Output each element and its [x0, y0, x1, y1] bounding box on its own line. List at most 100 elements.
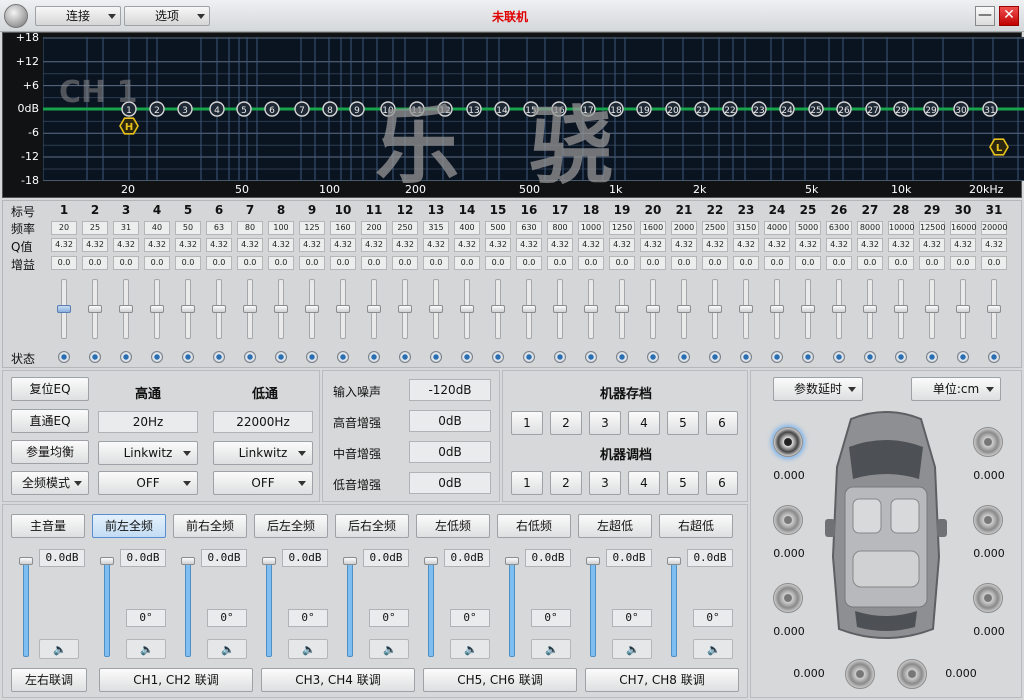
band-gain-slider-thumb[interactable] [243, 305, 257, 313]
delay-mode-dropdown[interactable]: 参数延时 [773, 377, 863, 401]
band-state-radio[interactable] [585, 351, 597, 363]
load-preset-button[interactable]: 5 [667, 471, 699, 495]
load-preset-button[interactable]: 1 [511, 471, 543, 495]
band-state-radio[interactable] [926, 351, 938, 363]
band-q-field[interactable]: 4.32 [423, 238, 449, 252]
channel-phase-field[interactable]: 0° [288, 609, 328, 627]
app-logo-icon[interactable] [4, 4, 28, 28]
band-freq-field[interactable]: 125 [299, 221, 325, 235]
eq-band-node[interactable]: 8 [322, 101, 338, 117]
input-noise-field[interactable]: -120dB [409, 379, 491, 401]
mute-button[interactable]: 🔈 [693, 639, 733, 659]
speaker-icon[interactable] [773, 583, 803, 613]
band-freq-field[interactable]: 315 [423, 221, 449, 235]
band-freq-field[interactable]: 1000 [578, 221, 604, 235]
band-gain-field[interactable]: 0.0 [206, 256, 232, 270]
band-freq-field[interactable]: 3150 [733, 221, 759, 235]
band-gain-field[interactable]: 0.0 [175, 256, 201, 270]
band-state-radio[interactable] [182, 351, 194, 363]
band-state-radio[interactable] [647, 351, 659, 363]
channel-tab[interactable]: 后右全频 [335, 514, 409, 538]
lowpass-marker[interactable]: L [989, 138, 1009, 156]
band-q-field[interactable]: 4.32 [485, 238, 511, 252]
channel-phase-field[interactable]: 0° [531, 609, 571, 627]
channel-tab[interactable]: 左超低 [578, 514, 652, 538]
speaker-icon[interactable] [845, 659, 875, 689]
band-gain-slider-thumb[interactable] [801, 305, 815, 313]
channel-volume-slider-thumb[interactable] [667, 557, 681, 565]
band-freq-field[interactable]: 50 [175, 221, 201, 235]
channel-tab[interactable]: 右超低 [659, 514, 733, 538]
eq-band-node[interactable]: 26 [836, 101, 852, 117]
reset-eq-button[interactable]: 复位EQ [11, 377, 89, 401]
band-q-field[interactable]: 4.32 [640, 238, 666, 252]
channel-volume-slider[interactable] [185, 557, 191, 657]
band-freq-field[interactable]: 630 [516, 221, 542, 235]
band-state-radio[interactable] [120, 351, 132, 363]
band-gain-field[interactable]: 0.0 [82, 256, 108, 270]
channel-volume-slider[interactable] [590, 557, 596, 657]
load-preset-button[interactable]: 4 [628, 471, 660, 495]
load-preset-button[interactable]: 6 [706, 471, 738, 495]
save-preset-button[interactable]: 6 [706, 411, 738, 435]
unit-dropdown[interactable]: 单位:cm [911, 377, 1001, 401]
band-q-field[interactable]: 4.32 [175, 238, 201, 252]
band-state-radio[interactable] [89, 351, 101, 363]
channel-phase-field[interactable]: 0° [126, 609, 166, 627]
band-freq-field[interactable]: 20 [51, 221, 77, 235]
channel-gain-field[interactable]: 0.0dB [687, 549, 733, 567]
band-gain-field[interactable]: 0.0 [299, 256, 325, 270]
channel-volume-slider[interactable] [104, 557, 110, 657]
band-q-field[interactable]: 4.32 [299, 238, 325, 252]
highpass-slope-dropdown[interactable]: OFF [98, 471, 198, 495]
eq-band-node[interactable]: 6 [264, 101, 280, 117]
band-q-field[interactable]: 4.32 [919, 238, 945, 252]
band-gain-field[interactable]: 0.0 [609, 256, 635, 270]
band-gain-field[interactable]: 0.0 [826, 256, 852, 270]
channel-volume-slider[interactable] [428, 557, 434, 657]
band-state-radio[interactable] [678, 351, 690, 363]
band-q-field[interactable]: 4.32 [392, 238, 418, 252]
channel-link-button[interactable]: CH7, CH8 联调 [585, 668, 739, 692]
speaker-icon[interactable] [897, 659, 927, 689]
channel-phase-field[interactable]: 0° [612, 609, 652, 627]
band-gain-field[interactable]: 0.0 [113, 256, 139, 270]
band-gain-field[interactable]: 0.0 [516, 256, 542, 270]
band-state-radio[interactable] [58, 351, 70, 363]
band-gain-slider-thumb[interactable] [894, 305, 908, 313]
band-gain-slider-thumb[interactable] [429, 305, 443, 313]
band-freq-field[interactable]: 2000 [671, 221, 697, 235]
band-gain-slider-thumb[interactable] [274, 305, 288, 313]
band-gain-slider-thumb[interactable] [739, 305, 753, 313]
band-freq-field[interactable]: 200 [361, 221, 387, 235]
band-freq-field[interactable]: 1250 [609, 221, 635, 235]
band-gain-field[interactable]: 0.0 [237, 256, 263, 270]
band-state-radio[interactable] [864, 351, 876, 363]
band-freq-field[interactable]: 20000 [981, 221, 1007, 235]
channel-volume-slider[interactable] [347, 557, 353, 657]
band-state-radio[interactable] [771, 351, 783, 363]
mid-field[interactable]: 0dB [409, 441, 491, 463]
band-q-field[interactable]: 4.32 [454, 238, 480, 252]
band-q-field[interactable]: 4.32 [330, 238, 356, 252]
eq-band-node[interactable]: 3 [177, 101, 193, 117]
channel-link-button[interactable]: CH1, CH2 联调 [99, 668, 253, 692]
band-gain-field[interactable]: 0.0 [795, 256, 821, 270]
band-q-field[interactable]: 4.32 [237, 238, 263, 252]
channel-tab[interactable]: 前左全频 [92, 514, 166, 538]
band-q-field[interactable]: 4.32 [950, 238, 976, 252]
channel-gain-field[interactable]: 0.0dB [201, 549, 247, 567]
band-gain-slider-thumb[interactable] [460, 305, 474, 313]
band-freq-field[interactable]: 80 [237, 221, 263, 235]
treble-field[interactable]: 0dB [409, 410, 491, 432]
highpass-marker[interactable]: H [119, 117, 139, 135]
band-gain-slider-thumb[interactable] [615, 305, 629, 313]
mute-button[interactable]: 🔈 [531, 639, 571, 659]
band-freq-field[interactable]: 12500 [919, 221, 945, 235]
full-mode-dropdown[interactable]: 全频模式 [11, 471, 89, 495]
band-gain-field[interactable]: 0.0 [547, 256, 573, 270]
band-gain-slider-thumb[interactable] [584, 305, 598, 313]
band-gain-slider-thumb[interactable] [987, 305, 1001, 313]
eq-band-node[interactable]: 31 [982, 101, 998, 117]
band-state-radio[interactable] [740, 351, 752, 363]
